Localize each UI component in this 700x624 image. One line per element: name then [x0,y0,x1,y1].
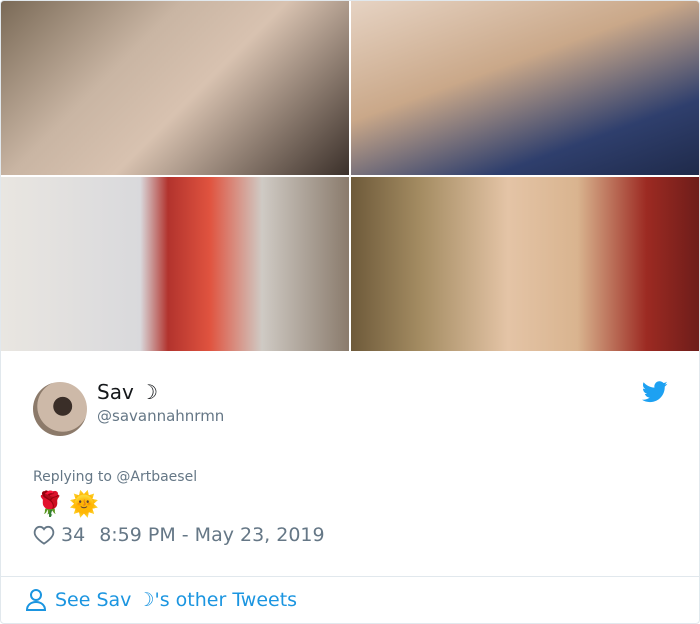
see-other-tweets-link[interactable]: See Sav ☽'s other Tweets [25,588,297,612]
sun-emoji: 🌞 [69,490,99,518]
tweet-photo-4[interactable] [351,177,699,351]
display-name[interactable]: Sav ☽ [97,380,158,404]
divider [1,576,699,577]
heart-icon[interactable] [33,525,55,545]
user-handle[interactable]: @savannahnrmn [97,407,224,425]
tweet-photo-1[interactable] [1,1,349,175]
see-other-tweets-label[interactable]: See Sav ☽'s other Tweets [55,589,297,611]
avatar[interactable] [33,382,87,436]
tweet-meta: 34 8:59 PM - May 23, 2019 [33,524,325,546]
tweet-photo-3[interactable] [1,177,349,351]
replying-prefix: Replying to [33,469,112,485]
rose-emoji: 🌹 [35,490,65,518]
photo-grid [1,1,699,351]
person-icon [25,589,47,611]
replying-to-link[interactable]: @Artbaesel [116,469,197,485]
like-count[interactable]: 34 [61,524,85,546]
tweet-timestamp[interactable]: 8:59 PM - May 23, 2019 [99,524,324,546]
twitter-bird-icon[interactable] [642,381,668,403]
replying-to: Replying to @Artbaesel [33,469,197,485]
tweet-body: Sav ☽ @savannahnrmn Replying to @Artbaes… [1,352,699,623]
embedded-tweet-card: Sav ☽ @savannahnrmn Replying to @Artbaes… [0,0,700,624]
tweet-photo-2[interactable] [351,1,699,175]
